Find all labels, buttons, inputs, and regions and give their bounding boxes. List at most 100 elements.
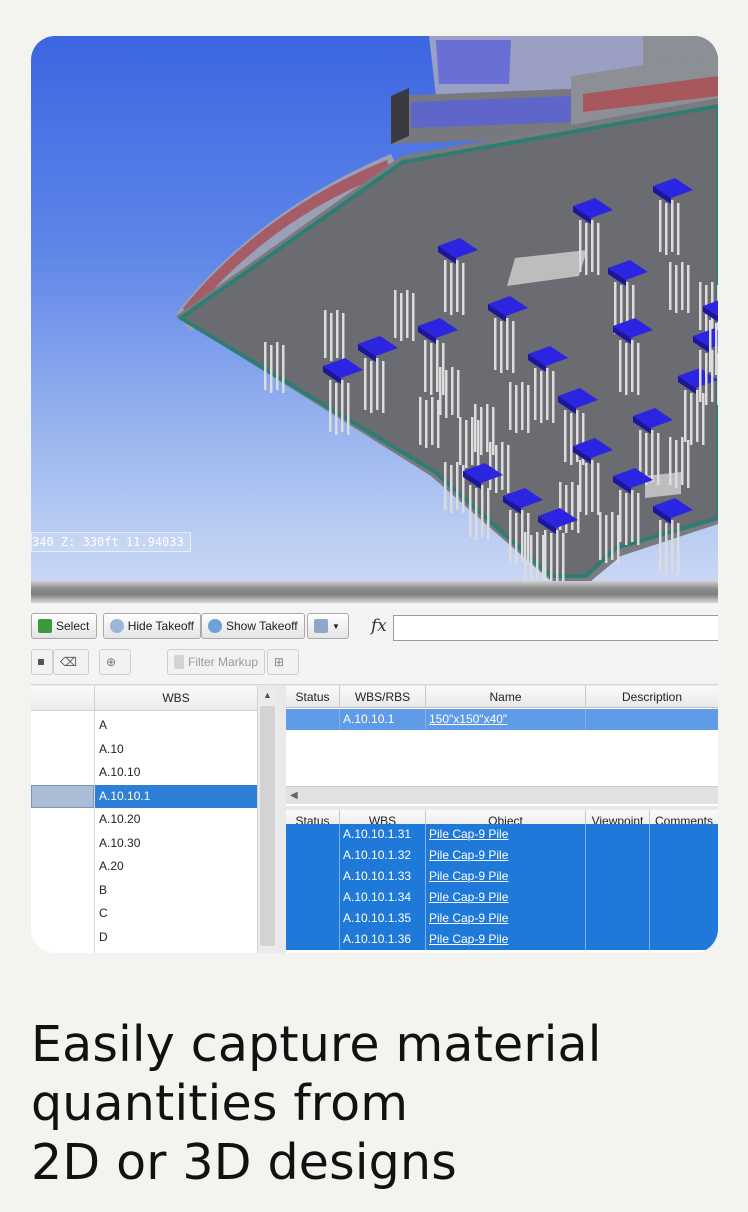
cell-empty — [650, 866, 718, 887]
filter-markup-label: Filter Markup — [187, 655, 258, 669]
cell-empty — [586, 824, 650, 845]
cell-wbs: A.10.10.1.33 — [340, 866, 426, 887]
cell-empty — [586, 929, 650, 950]
marketing-headline: Easily capture material quantities from … — [31, 1015, 721, 1192]
wbs-tree-item[interactable]: A.10.10 — [31, 761, 257, 784]
table-row[interactable]: A.10.10.1.32 Pile Cap-9 Pile — [286, 845, 718, 866]
hide-takeoff-icon — [110, 619, 124, 633]
product-screenshot-card: 340 Z: 330ft 11.94033 Select Hide Takeof… — [31, 36, 718, 953]
column-wbs-rbs[interactable]: WBS/RBS — [340, 686, 426, 708]
wbs-tree-item[interactable]: A.20 — [31, 855, 257, 878]
eraser-tool-button[interactable]: ⌫ — [53, 649, 89, 675]
wbs-tree-item[interactable]: C — [31, 902, 257, 925]
model-3d-viewport[interactable]: 340 Z: 330ft 11.94033 — [31, 36, 718, 581]
hide-takeoff-label: Hide Takeoff — [127, 619, 194, 633]
wbs-tree-item[interactable]: A.10.20 — [31, 808, 257, 831]
cell-empty — [586, 908, 650, 929]
column-status[interactable]: Status — [286, 686, 340, 708]
cell-description — [586, 709, 718, 730]
wbs-tree-item[interactable]: B — [31, 879, 257, 902]
square-icon — [38, 659, 44, 665]
cell-wbs-rbs: A.10.10.1 — [340, 709, 426, 730]
cell-object[interactable]: Pile Cap-9 Pile — [426, 845, 586, 866]
filter-markup-icon — [174, 655, 184, 669]
scroll-left-icon[interactable]: ◀ — [290, 787, 298, 805]
objects-grid: Status WBS Object Viewpoint Comments A.1… — [286, 810, 718, 953]
formula-fx-icon: fx — [371, 616, 387, 636]
cell-empty — [650, 929, 718, 950]
table-row[interactable]: A.10.10.1.34 Pile Cap-9 Pile — [286, 887, 718, 908]
cell-empty — [650, 824, 718, 845]
snap-tool-button[interactable]: ⊞ — [267, 649, 299, 675]
wbs-vertical-scrollbar[interactable]: ▲ — [257, 686, 277, 953]
wbs-item-label: B — [99, 882, 108, 897]
wbs-row-indicator — [31, 784, 94, 808]
cell-object[interactable]: Pile Cap-9 Pile — [426, 824, 586, 845]
cell-status — [286, 845, 340, 866]
cell-object[interactable]: Pile Cap-9 Pile — [426, 866, 586, 887]
table-row[interactable]: A.10.10.1.36 Pile Cap-9 Pile — [286, 929, 718, 950]
show-takeoff-icon — [208, 619, 222, 633]
headline-line-3: 2D or 3D designs — [31, 1134, 457, 1191]
cell-name-link[interactable]: 150"x150"x40" — [426, 709, 586, 730]
cell-status — [286, 908, 340, 929]
square-tool-button[interactable] — [31, 649, 53, 675]
table-row[interactable]: A.10.10.1.33 Pile Cap-9 Pile — [286, 866, 718, 887]
cell-empty — [650, 887, 718, 908]
wbs-tree-header: WBS — [31, 686, 257, 711]
wbs-item-label: A.10 — [99, 741, 124, 756]
table-row[interactable]: A.10.10.1.31 Pile Cap-9 Pile — [286, 824, 718, 845]
cell-object[interactable]: Pile Cap-9 Pile — [426, 908, 586, 929]
column-name[interactable]: Name — [426, 686, 586, 708]
formula-input[interactable] — [393, 615, 718, 641]
wbs-item-label: A.10.20 — [99, 812, 141, 826]
wbs-tree-panel: WBS A A.10 A.10.10 A.10.10.1 A.10.20 A.10.30 A… — [31, 686, 277, 953]
panel-splitter[interactable] — [31, 581, 718, 603]
cell-wbs: A.10.10.1.32 — [340, 845, 426, 866]
view-options-icon — [314, 619, 328, 633]
cell-wbs: A.10.10.1.36 — [340, 929, 426, 950]
wbs-column-header[interactable]: WBS — [95, 686, 257, 711]
wbs-item-label: D — [99, 929, 108, 944]
wbs-tree-item[interactable]: D — [31, 926, 257, 949]
wbs-tree-item[interactable]: A.10.10.1 — [31, 784, 257, 808]
scroll-up-icon[interactable]: ▲ — [258, 686, 277, 704]
takeoff-horizontal-scrollbar[interactable]: ◀ — [286, 786, 718, 804]
table-row[interactable]: A.10.10.1.35 Pile Cap-9 Pile — [286, 908, 718, 929]
wbs-tree-item[interactable]: A.10 — [31, 738, 257, 761]
headline-line-1: Easily capture material — [31, 1016, 602, 1073]
cell-wbs: A.10.10.1.35 — [340, 908, 426, 929]
show-takeoff-button[interactable]: Show Takeoff — [201, 613, 305, 639]
takeoff-toolbar: Select Hide Takeoff Show Takeoff ▼ fx ⌫ … — [31, 603, 718, 685]
wbs-item-label: A.10.10.1 — [99, 788, 151, 803]
hash-circle-icon: ⊕ — [106, 655, 117, 669]
takeoff-grid-header: Status WBS/RBS Name Description — [286, 686, 718, 708]
coordinate-readout: 340 Z: 330ft 11.94033 — [31, 532, 191, 552]
cell-object[interactable]: Pile Cap-9 Pile — [426, 929, 586, 950]
wbs-tree-item[interactable]: A — [31, 714, 257, 737]
headline-line-2: quantities from — [31, 1075, 409, 1132]
wbs-item-label: C — [99, 906, 108, 920]
wbs-item-label: A.10.10 — [99, 765, 141, 779]
cell-status — [286, 709, 340, 730]
cell-wbs: A.10.10.1.34 — [340, 887, 426, 908]
count-tool-button[interactable]: ⊕ — [99, 649, 131, 675]
table-row[interactable]: A.10.10.1 150"x150"x40" — [286, 709, 718, 730]
wbs-tree-item[interactable]: A.10.30 — [31, 832, 257, 855]
cell-empty — [650, 908, 718, 929]
select-button-label: Select — [56, 619, 90, 633]
wbs-item-label: A — [99, 718, 108, 732]
wbs-item-label: A.20 — [99, 859, 124, 873]
cell-empty — [586, 845, 650, 866]
view-options-dropdown[interactable]: ▼ — [307, 613, 349, 639]
hide-takeoff-button[interactable]: Hide Takeoff — [103, 613, 201, 639]
cell-empty — [650, 845, 718, 866]
scroll-thumb[interactable] — [260, 706, 275, 946]
chevron-down-icon: ▼ — [332, 621, 340, 631]
filter-markup-button[interactable]: Filter Markup — [167, 649, 265, 675]
select-button[interactable]: Select — [31, 613, 97, 639]
select-icon — [38, 619, 52, 633]
column-description[interactable]: Description — [586, 686, 718, 708]
eraser-icon: ⌫ — [60, 655, 77, 669]
cell-object[interactable]: Pile Cap-9 Pile — [426, 887, 586, 908]
